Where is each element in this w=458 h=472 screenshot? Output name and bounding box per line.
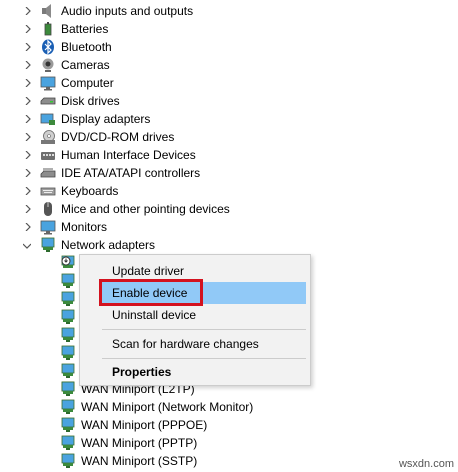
network-adapter-icon [40, 237, 56, 253]
tree-item-label: Monitors [61, 220, 108, 234]
network-adapter-icon [60, 345, 76, 361]
network-child-row[interactable] [0, 308, 80, 326]
tree-item-label: DVD/CD-ROM drives [61, 130, 175, 144]
speaker-icon [40, 3, 56, 19]
watermark: wsxdn.com [398, 458, 454, 470]
network-adapter-icon [60, 309, 76, 325]
network-adapter-icon [60, 291, 76, 307]
chevron-right-icon[interactable] [22, 110, 34, 128]
network-child-row[interactable] [0, 290, 80, 308]
ide-icon [40, 165, 56, 181]
battery-icon [40, 21, 56, 37]
keyboard-icon [40, 183, 56, 199]
menu-item-scan-hardware[interactable]: Scan for hardware changes [80, 333, 310, 355]
chevron-right-icon[interactable] [22, 182, 34, 200]
highlight-callout-box [99, 279, 203, 306]
tree-item-label: WAN Miniport (SSTP) [81, 454, 198, 468]
disabled-network-adapter-icon [60, 255, 76, 271]
tree-item-label: Cameras [61, 58, 110, 72]
chevron-right-icon[interactable] [22, 74, 34, 92]
tree-item-label: WAN Miniport (PPTP) [81, 436, 198, 450]
tree-item-label: Audio inputs and outputs [61, 4, 194, 18]
hid-icon [40, 147, 56, 163]
network-adapter-icon [60, 399, 76, 415]
tree-item-disk-drives[interactable]: Disk drives [0, 92, 458, 110]
monitor-icon [40, 75, 56, 91]
disk-drive-icon [40, 93, 56, 109]
menu-item-uninstall-device[interactable]: Uninstall device [80, 304, 310, 326]
network-child-wan-netmon[interactable]: WAN Miniport (Network Monitor) [0, 398, 320, 416]
chevron-down-icon[interactable] [22, 236, 34, 254]
network-adapter-icon [60, 273, 76, 289]
tree-item-label: Keyboards [61, 184, 119, 198]
camera-icon [40, 57, 56, 73]
dvd-icon [40, 129, 56, 145]
menu-item-label: Scan for hardware changes [112, 337, 259, 351]
network-child-row[interactable] [0, 272, 80, 290]
tree-item-computer[interactable]: Computer [0, 74, 458, 92]
network-child-row[interactable] [0, 326, 80, 344]
network-child-wan-sstp[interactable]: WAN Miniport (SSTP) [0, 452, 300, 470]
tree-item-label: Network adapters [61, 238, 156, 252]
chevron-right-icon[interactable] [22, 2, 34, 20]
network-child-wan-pppoe[interactable]: WAN Miniport (PPPOE) [0, 416, 300, 434]
tree-item-batteries[interactable]: Batteries [0, 20, 458, 38]
bluetooth-icon [40, 39, 56, 55]
chevron-right-icon[interactable] [22, 20, 34, 38]
context-menu: Update driver Enable device Uninstall de… [79, 254, 311, 386]
chevron-right-icon[interactable] [22, 38, 34, 56]
network-adapter-icon [60, 435, 76, 451]
tree-item-bluetooth[interactable]: Bluetooth [0, 38, 458, 56]
tree-item-label: Batteries [61, 22, 109, 36]
chevron-right-icon[interactable] [22, 56, 34, 74]
chevron-right-icon[interactable] [22, 92, 34, 110]
monitor-icon [40, 219, 56, 235]
chevron-right-icon[interactable] [22, 200, 34, 218]
menu-item-label: Properties [112, 365, 172, 379]
tree-item-label: WAN Miniport (PPPOE) [81, 418, 208, 432]
tree-item-label: Disk drives [61, 94, 120, 108]
tree-item-label: Computer [61, 76, 114, 90]
network-adapter-icon [60, 327, 76, 343]
tree-item-label: WAN Miniport (Network Monitor) [81, 400, 254, 414]
chevron-right-icon[interactable] [22, 218, 34, 236]
menu-separator [102, 329, 306, 330]
tree-item-label: Display adapters [61, 112, 151, 126]
network-adapter-icon [60, 453, 76, 469]
tree-item-cameras[interactable]: Cameras [0, 56, 458, 74]
tree-item-label: IDE ATA/ATAPI controllers [61, 166, 201, 180]
network-adapter-icon [60, 363, 76, 379]
tree-item-mice[interactable]: Mice and other pointing devices [0, 200, 458, 218]
network-adapter-icon [60, 417, 76, 433]
tree-item-hid[interactable]: Human Interface Devices [0, 146, 458, 164]
tree-item-ide[interactable]: IDE ATA/ATAPI controllers [0, 164, 458, 182]
network-child-row[interactable] [0, 362, 80, 380]
menu-separator [102, 358, 306, 359]
tree-item-monitors[interactable]: Monitors [0, 218, 458, 236]
tree-item-label: Bluetooth [61, 40, 112, 54]
menu-item-properties[interactable]: Properties [80, 361, 310, 383]
chevron-right-icon[interactable] [22, 146, 34, 164]
tree-item-label: Human Interface Devices [61, 148, 196, 162]
mouse-icon [40, 201, 56, 217]
network-child-wan-pptp[interactable]: WAN Miniport (PPTP) [0, 434, 300, 452]
chevron-right-icon[interactable] [22, 164, 34, 182]
chevron-right-icon[interactable] [22, 128, 34, 146]
tree-item-display-adapters[interactable]: Display adapters [0, 110, 458, 128]
tree-item-keyboards[interactable]: Keyboards [0, 182, 458, 200]
network-adapter-icon [60, 381, 76, 397]
tree-item-network-adapters[interactable]: Network adapters [0, 236, 458, 254]
network-child-row[interactable] [0, 254, 80, 272]
tree-item-label: Mice and other pointing devices [61, 202, 230, 216]
tree-item-audio[interactable]: Audio inputs and outputs [0, 2, 458, 20]
menu-item-label: Uninstall device [112, 308, 197, 322]
display-adapter-icon [40, 111, 56, 127]
network-child-row[interactable] [0, 344, 80, 362]
tree-item-dvd[interactable]: DVD/CD-ROM drives [0, 128, 458, 146]
